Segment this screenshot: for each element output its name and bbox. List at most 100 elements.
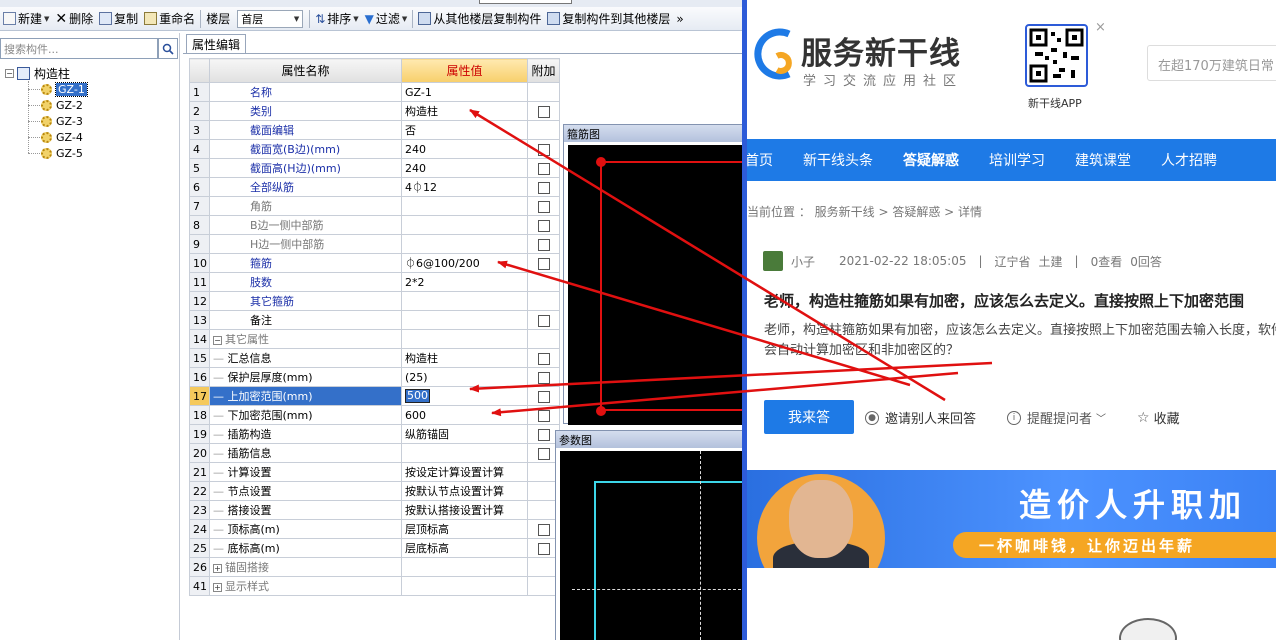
property-row[interactable]: 23— 搭接设置 按默认搭接设置计算 <box>189 500 560 520</box>
extra-checkbox[interactable] <box>537 428 550 441</box>
property-value-cell[interactable]: 层底标高 <box>401 538 528 558</box>
property-value-cell[interactable]: 240 <box>401 139 528 159</box>
extra-checkbox[interactable] <box>537 162 550 175</box>
property-value-cell[interactable]: 500 <box>401 386 528 406</box>
property-row[interactable]: 11 肢数 2*2 <box>189 272 560 292</box>
property-value-cell[interactable] <box>401 557 528 577</box>
property-value-cell[interactable]: 构造柱 <box>401 101 528 121</box>
collapse-icon[interactable]: − <box>213 335 222 345</box>
copy-button[interactable]: 复制 <box>96 8 141 30</box>
property-row[interactable]: 17— 上加密范围(mm) 500 <box>189 386 560 406</box>
extra-checkbox[interactable] <box>537 352 550 365</box>
qr-close-button[interactable]: × <box>1095 20 1106 35</box>
property-row[interactable]: 9 H边一侧中部筋 <box>189 234 560 254</box>
extra-checkbox[interactable] <box>537 542 550 555</box>
property-value-cell[interactable]: 按设定计算设置计算 <box>401 462 528 482</box>
extra-checkbox[interactable] <box>537 390 550 403</box>
copy-from-floor-button[interactable]: 从其他楼层复制构件 <box>415 8 544 30</box>
property-row[interactable]: 1 名称 GZ-1 <box>189 82 560 102</box>
floor-select[interactable]: 首层 ▼ <box>237 9 304 28</box>
remind-asker-button[interactable]: i 提醒提问者 ﹀ <box>1007 408 1106 427</box>
tree-item-gz-2[interactable]: GZ-2 <box>41 97 83 113</box>
question-tag[interactable]: 土建 <box>1039 253 1063 270</box>
property-row[interactable]: 26 + 锚固搭接 <box>189 557 560 577</box>
promo-banner[interactable]: 造价人升职加 一杯咖啡钱，让你迈出年薪 <box>747 470 1276 568</box>
tree-item-gz-3[interactable]: GZ-3 <box>41 113 83 129</box>
extra-checkbox[interactable] <box>537 447 550 460</box>
extra-checkbox[interactable] <box>537 181 550 194</box>
property-value-cell[interactable]: 4⏀12 <box>401 177 528 197</box>
extra-checkbox[interactable] <box>537 523 550 536</box>
property-value-cell[interactable] <box>401 291 528 311</box>
nav-item-3[interactable]: 培训学习 <box>989 150 1045 170</box>
property-value-cell[interactable] <box>401 234 528 254</box>
property-row[interactable]: 2 类别 构造柱 <box>189 101 560 121</box>
tree-root-row[interactable]: − 构造柱 <box>5 65 70 81</box>
property-value-cell[interactable] <box>401 215 528 235</box>
property-value-cell[interactable] <box>401 196 528 216</box>
property-row[interactable]: 8 B边一侧中部筋 <box>189 215 560 235</box>
property-row[interactable]: 41 + 显示样式 <box>189 576 560 596</box>
expand-icon[interactable]: + <box>213 582 222 592</box>
component-search-input[interactable]: 搜索构件... <box>0 38 158 59</box>
property-row[interactable]: 19— 插筋构造 纵筋锚固 <box>189 424 560 444</box>
new-button[interactable]: 新建 ▼ <box>0 8 52 30</box>
property-row[interactable]: 14− 其它属性 <box>189 329 560 349</box>
collapse-icon[interactable]: − <box>5 68 14 78</box>
extra-checkbox[interactable] <box>537 257 550 270</box>
property-value-cell[interactable]: 否 <box>401 120 528 140</box>
property-row[interactable]: 13 备注 <box>189 310 560 330</box>
property-value-cell[interactable]: (25) <box>401 367 528 387</box>
property-value-cell[interactable]: 2*2 <box>401 272 528 292</box>
property-row[interactable]: 18— 下加密范围(mm) 600 <box>189 405 560 425</box>
property-value-cell[interactable]: 层顶标高 <box>401 519 528 539</box>
property-value-cell[interactable] <box>401 329 528 349</box>
property-row[interactable]: 21— 计算设置 按设定计算设置计算 <box>189 462 560 482</box>
app-download-label[interactable]: 新干线APP <box>1028 95 1082 111</box>
site-search-input[interactable]: 在超170万建筑日常 <box>1147 45 1276 81</box>
collect-button[interactable]: ☆ 收藏 <box>1137 408 1180 428</box>
extra-checkbox[interactable] <box>537 219 550 232</box>
nav-item-2[interactable]: 答疑解惑 <box>903 150 959 170</box>
nav-item-5[interactable]: 人才招聘 <box>1161 150 1217 170</box>
search-button[interactable] <box>158 38 178 59</box>
property-row[interactable]: 5 截面高(H边)(mm) 240 <box>189 158 560 178</box>
property-row[interactable]: 10 箍筋 ⏀6@100/200 <box>189 253 560 273</box>
property-row[interactable]: 25— 底标高(m) 层底标高 <box>189 538 560 558</box>
property-row[interactable]: 6 全部纵筋 4⏀12 <box>189 177 560 197</box>
extra-checkbox[interactable] <box>537 105 550 118</box>
property-row[interactable]: 12 其它箍筋 <box>189 291 560 311</box>
tree-item-gz-4[interactable]: GZ-4 <box>41 129 83 145</box>
extra-checkbox[interactable] <box>537 314 550 327</box>
property-row[interactable]: 15— 汇总信息 构造柱 <box>189 348 560 368</box>
property-row[interactable]: 3 截面编辑 否 <box>189 120 560 140</box>
tab-property-editor[interactable]: 属性编辑 <box>186 34 246 54</box>
question-author[interactable]: 小子 <box>791 253 815 270</box>
property-value-cell[interactable]: 240 <box>401 158 528 178</box>
property-value-cell[interactable]: 按默认节点设置计算 <box>401 481 528 501</box>
property-value-cell[interactable] <box>401 576 528 596</box>
property-value-cell[interactable] <box>401 310 528 330</box>
extra-checkbox[interactable] <box>537 143 550 156</box>
property-value-cell[interactable]: 构造柱 <box>401 348 528 368</box>
nav-item-4[interactable]: 建筑课堂 <box>1075 150 1131 170</box>
property-value-cell[interactable]: GZ-1 <box>401 82 528 102</box>
invite-button[interactable]: ● 邀请别人来回答 <box>865 408 976 427</box>
filter-button[interactable]: ▼ 过滤 ▼ <box>362 8 411 30</box>
property-row[interactable]: 4 截面宽(B边)(mm) 240 <box>189 139 560 159</box>
toolbar-overflow-button[interactable]: » <box>673 8 686 30</box>
property-row[interactable]: 16— 保护层厚度(mm) (25) <box>189 367 560 387</box>
expand-icon[interactable]: + <box>213 563 222 573</box>
copy-to-floor-button[interactable]: 复制构件到其他楼层 <box>544 8 673 30</box>
property-row[interactable]: 7 角筋 <box>189 196 560 216</box>
property-value-cell[interactable]: 纵筋锚固 <box>401 424 528 444</box>
nav-item-0[interactable]: 首页 <box>747 150 773 170</box>
rename-button[interactable]: 重命名 <box>141 8 198 30</box>
avatar[interactable] <box>763 251 783 271</box>
tree-item-gz-1[interactable]: GZ-1 <box>41 81 88 97</box>
property-row[interactable]: 22— 节点设置 按默认节点设置计算 <box>189 481 560 501</box>
property-value-cell[interactable] <box>401 443 528 463</box>
extra-checkbox[interactable] <box>537 409 550 422</box>
property-value-cell[interactable]: ⏀6@100/200 <box>401 253 528 273</box>
property-row[interactable]: 24— 顶标高(m) 层顶标高 <box>189 519 560 539</box>
